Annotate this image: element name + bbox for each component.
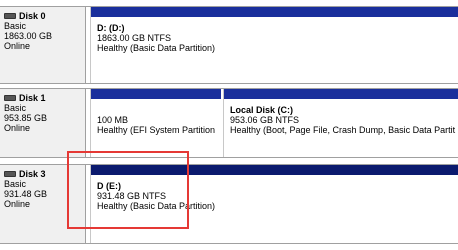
partition-bar <box>224 89 458 99</box>
partition-name: D (E:) <box>97 181 121 191</box>
disk-1-partition-c[interactable]: Local Disk (C:) 953.06 GB NTFS Healthy (… <box>223 89 458 157</box>
partition-health: Healthy (EFI System Partition <box>97 125 216 135</box>
partition-bar <box>91 89 221 99</box>
disk-3-type: Basic <box>4 179 27 189</box>
disk-3-row: Disk 3 Basic 931.48 GB Online D (E:) 931… <box>0 164 458 244</box>
partition-name: D: (D:) <box>97 23 125 33</box>
partition-size: 100 MB <box>97 115 129 125</box>
disk-1-row: Disk 1 Basic 953.85 GB Online 100 MB Hea… <box>0 88 458 158</box>
disk-1-partition-efi[interactable]: 100 MB Healthy (EFI System Partition <box>90 89 221 157</box>
disk-icon <box>4 95 16 101</box>
partition-size: 931.48 GB NTFS <box>97 191 167 201</box>
disk-icon <box>4 171 16 177</box>
partition-size: 953.06 GB NTFS <box>230 115 300 125</box>
disk-3-status: Online <box>4 199 31 209</box>
disk-icon <box>4 13 16 19</box>
disk-3-size: 931.48 GB <box>4 189 48 199</box>
partition-bar <box>91 165 458 175</box>
disk-0-partition-d[interactable]: D: (D:) 1863.00 GB NTFS Healthy (Basic D… <box>90 7 458 83</box>
disk-3-info[interactable]: Disk 3 Basic 931.48 GB Online <box>0 165 86 243</box>
disk-1-type: Basic <box>4 103 27 113</box>
disk-1-info[interactable]: Disk 1 Basic 953.85 GB Online <box>0 89 86 157</box>
disk-0-type: Basic <box>4 21 27 31</box>
disk-3-partition-e[interactable]: D (E:) 931.48 GB NTFS Healthy (Basic Dat… <box>90 165 458 243</box>
partition-health: Healthy (Basic Data Partition) <box>97 43 216 53</box>
disk-1-status: Online <box>4 123 31 133</box>
partition-bar <box>91 7 458 17</box>
partition-health: Healthy (Basic Data Partition) <box>97 201 216 211</box>
disk-0-size: 1863.00 GB <box>4 31 53 41</box>
partition-health: Healthy (Boot, Page File, Crash Dump, Ba… <box>230 125 456 135</box>
partition-size: 1863.00 GB NTFS <box>97 33 172 43</box>
disk-1-name: Disk 1 <box>19 93 46 103</box>
disk-3-name: Disk 3 <box>19 169 46 179</box>
disk-0-info[interactable]: Disk 0 Basic 1863.00 GB Online <box>0 7 86 83</box>
disk-0-status: Online <box>4 41 31 51</box>
partition-name: Local Disk (C:) <box>230 105 294 115</box>
disk-0-name: Disk 0 <box>19 11 46 21</box>
disk-0-row: Disk 0 Basic 1863.00 GB Online D: (D:) 1… <box>0 6 458 84</box>
disk-1-size: 953.85 GB <box>4 113 48 123</box>
